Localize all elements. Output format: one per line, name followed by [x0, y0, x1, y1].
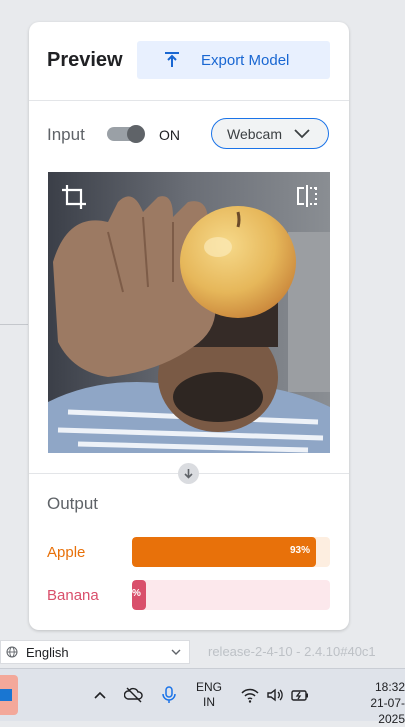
input-language-region: IN — [203, 695, 215, 709]
class-name-banana: Banana — [47, 587, 99, 604]
input-source-dropdown[interactable]: Webcam — [211, 118, 329, 149]
speaker-icon[interactable] — [265, 685, 285, 705]
chevron-up-icon[interactable] — [90, 685, 110, 705]
taskbar-app-button[interactable] — [0, 675, 18, 715]
class-name-apple: Apple — [47, 544, 86, 561]
background-divider — [0, 324, 28, 325]
input-source-value: Webcam — [227, 125, 282, 142]
confidence-bar-apple: 93% — [132, 537, 330, 567]
battery-charging-icon[interactable] — [290, 685, 310, 705]
language-selector[interactable]: English — [0, 640, 190, 664]
class-row-apple: Apple 93% — [29, 537, 349, 567]
wifi-icon[interactable] — [240, 685, 260, 705]
preview-title: Preview — [47, 49, 123, 71]
confidence-fill-apple — [132, 537, 316, 567]
export-model-label: Export Model — [201, 51, 290, 69]
release-version: release-2-4-10 - 2.4.10#40c1 — [208, 644, 376, 659]
language-value: English — [26, 644, 69, 660]
toggle-state-label: ON — [159, 127, 180, 143]
webcam-frame-image — [48, 172, 330, 453]
toggle-knob — [127, 125, 145, 143]
microphone-icon[interactable] — [159, 685, 179, 705]
clock-date: 21-07-2025 — [370, 696, 405, 726]
output-label: Output — [47, 494, 99, 513]
input-toggle[interactable] — [107, 125, 145, 143]
flip-icon[interactable] — [295, 184, 319, 208]
class-row-banana: Banana % — [29, 580, 349, 610]
confidence-value-banana: % — [132, 588, 141, 599]
confidence-bar-banana: % — [132, 580, 330, 610]
input-language-indicator[interactable]: ENG IN — [196, 680, 222, 710]
clock-time: 18:32 — [374, 680, 405, 694]
preview-header: Preview Export Model — [29, 22, 349, 101]
app-window-icon — [0, 689, 12, 701]
chevron-down-icon — [171, 649, 181, 655]
onedrive-off-icon[interactable] — [124, 685, 144, 705]
taskbar: ENG IN 18:32 21-07-2025 — [0, 668, 405, 726]
input-language-code: ENG — [196, 680, 223, 694]
expand-output-button[interactable] — [178, 463, 199, 484]
confidence-value-apple: 93% — [290, 545, 311, 556]
chevron-down-icon — [294, 128, 310, 138]
upload-icon — [165, 52, 179, 67]
arrow-down-icon — [184, 469, 193, 479]
webcam-preview — [48, 172, 330, 453]
globe-icon — [6, 646, 18, 658]
preview-panel: Preview Export Model Input ON Webcam Out… — [29, 22, 349, 630]
export-model-button[interactable]: Export Model — [137, 41, 330, 79]
input-label: Input — [47, 125, 85, 144]
crop-icon[interactable] — [61, 184, 87, 210]
